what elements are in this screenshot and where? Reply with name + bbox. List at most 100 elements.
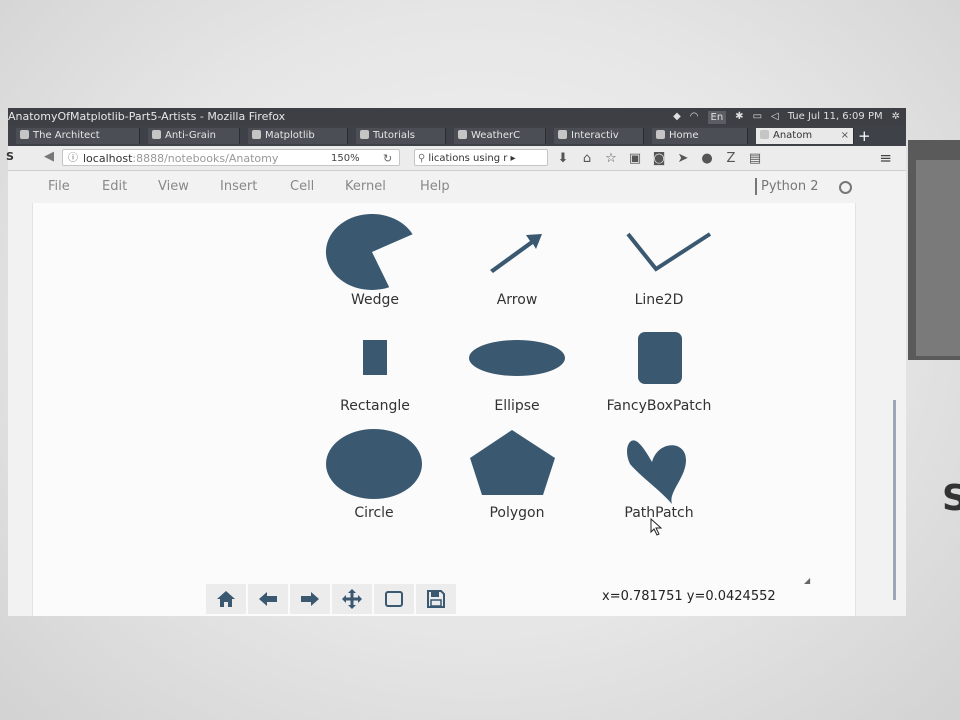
fancyboxpatch-shape bbox=[638, 332, 682, 384]
pan-icon bbox=[342, 589, 362, 609]
pan-button[interactable] bbox=[332, 584, 372, 614]
notebook-menubar: File Edit View Insert Cell Kernel Help P… bbox=[8, 171, 906, 201]
pocket-icon[interactable]: ◙ bbox=[652, 151, 666, 166]
volume-icon[interactable]: ◁ bbox=[771, 108, 779, 126]
info-icon[interactable]: ⓘ bbox=[68, 150, 78, 167]
tab-matplotlib[interactable]: Matplotlib bbox=[248, 128, 348, 144]
battery-icon[interactable]: ▭ bbox=[753, 108, 762, 126]
url-path: :8888/notebooks/Anatomy bbox=[132, 152, 279, 165]
menu-insert[interactable]: Insert bbox=[220, 179, 257, 194]
page-icon bbox=[152, 130, 161, 139]
tab-label: Anti-Grain bbox=[165, 130, 216, 141]
search-icon: ⚲ bbox=[418, 153, 426, 164]
window-title: AnatomyOfMatplotlib-Part5-Artists - Mozi… bbox=[8, 110, 286, 123]
page-icon bbox=[558, 130, 567, 139]
jupyter-notebook: File Edit View Insert Cell Kernel Help P… bbox=[8, 171, 906, 616]
zoom-rect-button[interactable] bbox=[374, 584, 414, 614]
menu-cell[interactable]: Cell bbox=[290, 179, 314, 194]
screenshot-icon[interactable]: ▣ bbox=[628, 151, 642, 166]
reader-icon[interactable]: ▤ bbox=[748, 151, 762, 166]
rectangle-shape bbox=[363, 340, 387, 375]
clock[interactable]: Tue Jul 11, 6:09 PM bbox=[788, 108, 883, 126]
url-bar[interactable]: ⓘ localhost:8888/notebooks/Anatomy 150% … bbox=[62, 149, 400, 166]
ellipse-shape bbox=[469, 340, 565, 376]
circle-shape bbox=[326, 429, 422, 499]
label-polygon: Polygon bbox=[489, 505, 545, 521]
home-nav-icon[interactable]: ⌂ bbox=[580, 151, 594, 166]
search-input[interactable]: ⚲ lications using r ▸ bbox=[414, 149, 548, 166]
label-rectangle: Rectangle bbox=[340, 398, 410, 414]
tab-home[interactable]: Home bbox=[652, 128, 748, 144]
zoom-level[interactable]: 150% bbox=[331, 150, 360, 167]
search-text: lications using r bbox=[428, 153, 508, 164]
resize-handle-icon[interactable]: ◢ bbox=[804, 576, 810, 585]
save-icon bbox=[427, 590, 445, 608]
arrow-shape bbox=[490, 234, 542, 273]
download-icon[interactable]: ⬇ bbox=[556, 151, 570, 166]
zoom-rect-icon bbox=[385, 591, 403, 607]
dropbox-icon[interactable]: ◆ bbox=[673, 108, 681, 126]
background-scrollbar bbox=[893, 400, 896, 600]
tab-label: Matplotlib bbox=[265, 130, 315, 141]
tab-weather[interactable]: WeatherC bbox=[454, 128, 546, 144]
page-icon bbox=[252, 130, 261, 139]
tab-bar: The Architect Anti-Grain Matplotlib Tuto… bbox=[8, 126, 906, 146]
home-icon bbox=[217, 591, 235, 607]
kernel-name[interactable]: Python 2 bbox=[761, 179, 818, 194]
url-text: localhost:8888/notebooks/Anatomy bbox=[83, 150, 278, 167]
zotero-icon[interactable]: Z bbox=[724, 151, 738, 166]
system-tray: ◆ ◠ En ✱ ▭ ◁ Tue Jul 11, 6:09 PM ✲ bbox=[673, 108, 900, 126]
tab-label: WeatherC bbox=[471, 130, 521, 141]
label-ellipse: Ellipse bbox=[494, 398, 540, 414]
hamburger-menu-icon[interactable]: ≡ bbox=[879, 149, 892, 167]
label-wedge: Wedge bbox=[350, 292, 400, 308]
reload-icon[interactable]: ↻ bbox=[383, 150, 392, 167]
back-button-icon[interactable]: ◀ bbox=[44, 149, 54, 164]
tab-label: Tutorials bbox=[373, 130, 415, 141]
save-button[interactable] bbox=[416, 584, 456, 614]
forward-arrow-icon bbox=[301, 592, 319, 606]
tab-label: The Architect bbox=[33, 130, 100, 141]
tab-the-architect[interactable]: The Architect bbox=[16, 128, 140, 144]
tab-anatomy-active[interactable]: Anatom × bbox=[756, 128, 854, 144]
tab-label: Home bbox=[669, 130, 699, 141]
page-icon bbox=[360, 130, 369, 139]
keyboard-language[interactable]: En bbox=[707, 110, 727, 124]
page-icon bbox=[20, 130, 29, 139]
label-arrow: Arrow bbox=[496, 292, 538, 308]
background-glyph: S bbox=[942, 478, 960, 519]
extension-icon[interactable]: ● bbox=[700, 151, 714, 166]
bluetooth-icon[interactable]: ✱ bbox=[735, 108, 743, 126]
menu-edit[interactable]: Edit bbox=[102, 179, 127, 194]
page-icon bbox=[760, 130, 769, 139]
label-line2d: Line2D bbox=[634, 292, 684, 308]
wedge-shape bbox=[325, 214, 413, 290]
menu-kernel[interactable]: Kernel bbox=[345, 179, 386, 194]
label-fancyboxpatch: FancyBoxPatch bbox=[606, 398, 712, 414]
tab-interactive[interactable]: Interactiv bbox=[554, 128, 644, 144]
navigation-bar: S ◀ ⓘ localhost:8888/notebooks/Anatomy 1… bbox=[6, 146, 906, 171]
tab-tutorials[interactable]: Tutorials bbox=[356, 128, 446, 144]
close-tab-icon[interactable]: × bbox=[841, 128, 849, 144]
background-window-inner bbox=[916, 160, 960, 356]
forward-button[interactable] bbox=[290, 584, 330, 614]
bookmark-star-icon[interactable]: ☆ bbox=[604, 151, 618, 166]
pathpatch-shape bbox=[627, 440, 686, 504]
home-button[interactable] bbox=[206, 584, 246, 614]
cursor-coordinates: x=0.781751 y=0.0424552 bbox=[602, 589, 776, 604]
new-tab-button[interactable]: + bbox=[858, 127, 871, 145]
send-icon[interactable]: ➤ bbox=[676, 151, 690, 166]
wifi-icon[interactable]: ◠ bbox=[690, 108, 699, 126]
page-icon bbox=[458, 130, 467, 139]
tab-label: Anatom bbox=[773, 130, 813, 141]
url-host: localhost bbox=[83, 152, 133, 165]
polygon-shape bbox=[470, 430, 555, 495]
tab-label: Interactiv bbox=[571, 130, 619, 141]
menu-help[interactable]: Help bbox=[420, 179, 450, 194]
menu-view[interactable]: View bbox=[158, 179, 189, 194]
settings-gear-icon[interactable]: ✲ bbox=[892, 108, 900, 126]
tab-anti-grain[interactable]: Anti-Grain bbox=[148, 128, 240, 144]
menu-file[interactable]: File bbox=[48, 179, 70, 194]
title-bar: AnatomyOfMatplotlib-Part5-Artists - Mozi… bbox=[8, 108, 906, 126]
back-button[interactable] bbox=[248, 584, 288, 614]
